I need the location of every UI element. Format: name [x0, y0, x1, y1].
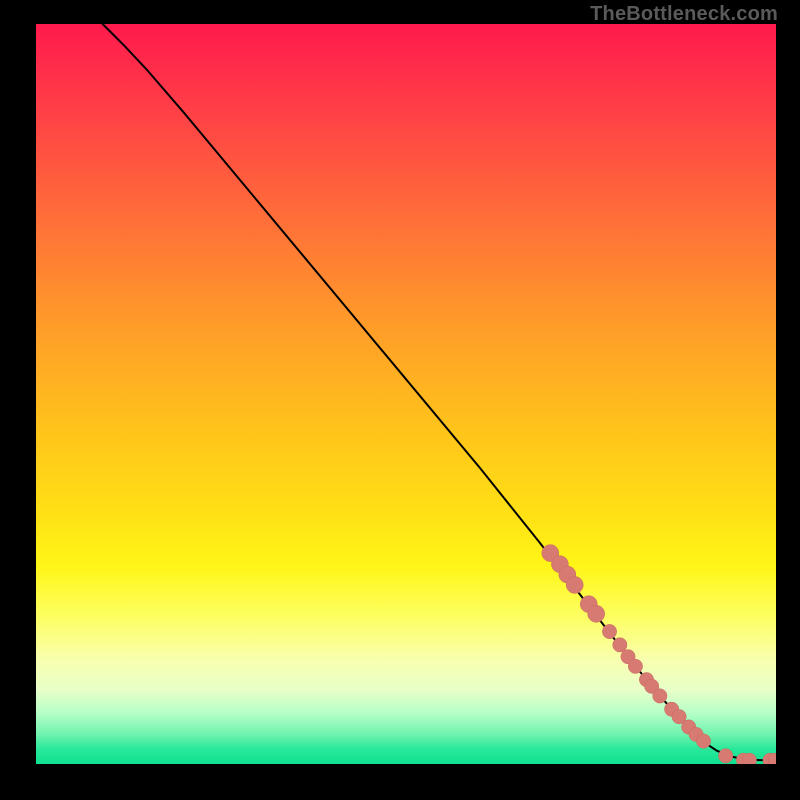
chart-stage: TheBottleneck.com	[0, 0, 800, 800]
plot-background	[36, 24, 776, 764]
branding-watermark: TheBottleneck.com	[590, 2, 778, 26]
